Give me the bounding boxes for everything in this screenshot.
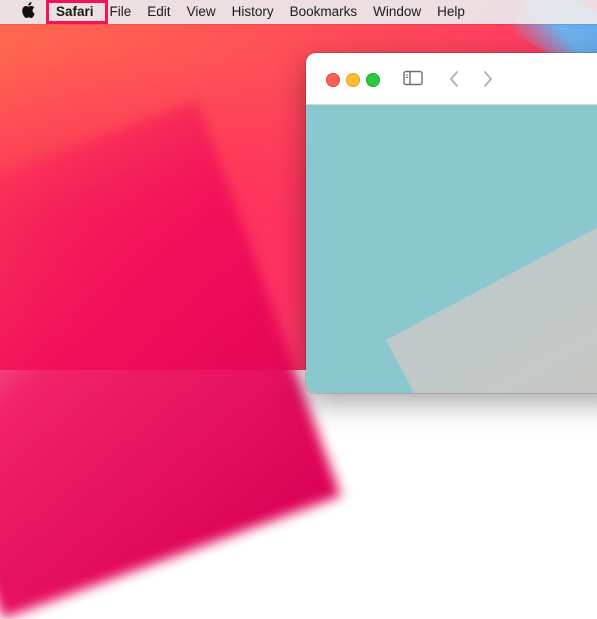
safari-window <box>306 53 597 393</box>
menu-edit[interactable]: Edit <box>139 0 178 24</box>
web-content-area[interactable] <box>306 105 597 393</box>
menu-bookmarks[interactable]: Bookmarks <box>282 0 366 24</box>
menu-file[interactable]: File <box>102 0 140 24</box>
minimize-icon[interactable] <box>346 73 360 87</box>
sidebar-toggle-icon[interactable] <box>403 70 423 91</box>
close-icon[interactable] <box>326 73 340 87</box>
menu-view[interactable]: View <box>179 0 224 24</box>
forward-arrow-icon[interactable] <box>482 70 494 93</box>
window-toolbar <box>306 53 597 105</box>
menu-history[interactable]: History <box>224 0 282 24</box>
apple-logo-icon <box>21 1 35 23</box>
apple-menu[interactable] <box>8 0 48 24</box>
menu-app-safari[interactable]: Safari <box>48 0 102 24</box>
menu-bar: Safari File Edit View History Bookmarks … <box>0 0 597 24</box>
menu-window[interactable]: Window <box>365 0 429 24</box>
maximize-icon[interactable] <box>366 73 380 87</box>
menu-help[interactable]: Help <box>429 0 473 24</box>
back-arrow-icon[interactable] <box>448 70 460 93</box>
